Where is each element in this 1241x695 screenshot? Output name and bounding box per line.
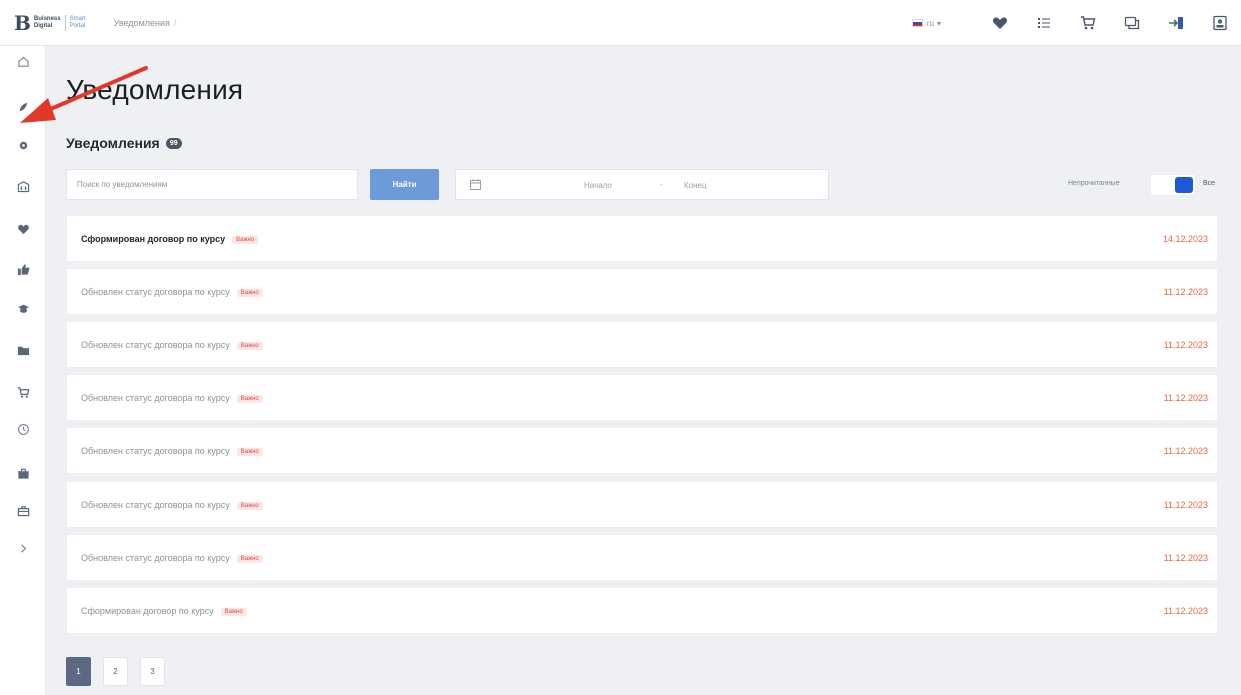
logo-text: Buisness Digital	[34, 16, 61, 30]
notification-title: Обновлен статус договора по курсу	[81, 287, 230, 297]
notification-date: 11.12.2023	[1163, 606, 1208, 616]
page-button-2[interactable]: 2	[103, 657, 128, 686]
briefcase-icon[interactable]	[0, 462, 46, 484]
date-from-input[interactable]: Начало	[584, 181, 612, 190]
notification-item[interactable]: Обновлен статус договора по курсу Важно 1…	[66, 374, 1218, 421]
notification-date: 11.12.2023	[1163, 287, 1208, 297]
notification-date: 11.12.2023	[1163, 553, 1208, 563]
notification-date: 11.12.2023	[1163, 446, 1208, 456]
search-input[interactable]: Поиск по уведомлениям	[66, 169, 358, 200]
calendar-icon	[470, 179, 481, 190]
notification-item[interactable]: Сформирован договор по курсу Важно 11.12.…	[66, 587, 1218, 634]
logo-sub-line-1: Smart	[69, 15, 86, 22]
date-separator: -	[660, 180, 663, 189]
notification-text: Сформирован договор по курсу Важно	[81, 234, 259, 244]
breadcrumb[interactable]: Уведомления	[114, 18, 170, 28]
user-card-icon[interactable]	[1211, 14, 1229, 32]
favorites-heart-icon[interactable]	[991, 14, 1009, 32]
chat-icon[interactable]	[1123, 14, 1141, 32]
pagination: 1 2 3	[66, 657, 177, 686]
logo-subtext: Smart Portal	[70, 16, 86, 30]
important-tag: Важно	[236, 554, 263, 563]
chevron-down-icon: ▾	[936, 18, 941, 28]
thumbs-up-icon[interactable]	[0, 258, 46, 280]
notification-title: Сформирован договор по курсу	[81, 234, 226, 244]
important-tag: Важно	[236, 288, 263, 297]
logo-sub-line-2: Portal	[69, 22, 86, 29]
toggle-knob	[1175, 177, 1193, 193]
notification-date: 11.12.2023	[1163, 340, 1208, 350]
important-tag: Важно	[236, 341, 263, 350]
page-button-1[interactable]: 1	[66, 657, 91, 686]
logo-divider	[64, 14, 66, 31]
login-icon[interactable]	[1167, 14, 1185, 32]
logo[interactable]: B Buisness Digital Smart Portal	[14, 13, 86, 33]
flag-icon	[911, 19, 923, 27]
notification-title: Обновлен статус договора по курсу	[81, 340, 230, 350]
building-icon[interactable]	[0, 175, 46, 197]
notification-text: Обновлен статус договора по курсу Важно	[81, 446, 263, 456]
language-code: ru	[926, 18, 934, 28]
cart-icon[interactable]	[1079, 14, 1097, 32]
breadcrumb-separator: /	[173, 17, 177, 28]
language-selector[interactable]: ru ▾	[911, 18, 941, 28]
sidebar	[0, 46, 46, 695]
notification-text: Обновлен статус договора по курсу Важно	[81, 287, 263, 297]
notification-title: Обновлен статус договора по курсу	[81, 500, 230, 510]
notification-item[interactable]: Сформирован договор по курсу Важно 14.12.…	[66, 215, 1218, 262]
notification-text: Обновлен статус договора по курсу Важно	[81, 500, 263, 510]
important-tag: Важно	[232, 235, 259, 244]
case-icon[interactable]	[0, 499, 46, 521]
logo-mark: B	[14, 10, 31, 35]
notification-item[interactable]: Обновлен статус договора по курсу Важно 1…	[66, 481, 1218, 528]
notification-text: Обновлен статус договора по курсу Важно	[81, 393, 263, 403]
settings-icon[interactable]	[0, 134, 46, 156]
notification-title: Сформирован договор по курсу	[81, 606, 214, 616]
notification-item[interactable]: Обновлен статус договора по курсу Важно 1…	[66, 534, 1218, 581]
page-title: Уведомления	[66, 74, 244, 105]
page-button-3[interactable]: 3	[140, 657, 165, 686]
graduation-cap-icon[interactable]	[0, 297, 46, 319]
notification-count-badge: 99	[165, 137, 182, 149]
unread-all-toggle[interactable]	[1150, 174, 1196, 196]
chevron-right-icon[interactable]	[0, 537, 46, 559]
heart-icon[interactable]	[0, 218, 46, 240]
find-button[interactable]: Найти	[370, 169, 439, 200]
important-tag: Важно	[236, 394, 263, 403]
section-title: Уведомления 99	[66, 135, 182, 151]
logo-line-2: Digital	[33, 22, 53, 29]
important-tag: Важно	[220, 607, 247, 616]
notification-date: 11.12.2023	[1163, 500, 1208, 510]
folder-icon[interactable]	[0, 339, 46, 361]
notification-item[interactable]: Обновлен статус договора по курсу Важно 1…	[66, 427, 1218, 474]
notification-title: Обновлен статус договора по курсу	[81, 393, 230, 403]
notification-date: 14.12.2023	[1162, 234, 1208, 244]
notification-title: Обновлен статус договора по курсу	[81, 553, 230, 563]
top-bar-actions: ru ▾	[911, 0, 1229, 46]
important-tag: Важно	[236, 501, 263, 510]
list-icon[interactable]	[1035, 14, 1053, 32]
logo-line-1: Buisness	[33, 15, 61, 22]
notification-date: 11.12.2023	[1163, 393, 1208, 403]
notification-text: Сформирован договор по курсу Важно	[81, 606, 247, 616]
top-bar: B Buisness Digital Smart Portal Уведомле…	[0, 0, 1241, 46]
date-range-picker[interactable]: Начало - Конец	[455, 169, 829, 200]
notification-text: Обновлен статус договора по курсу Важно	[81, 340, 263, 350]
section-title-text: Уведомления	[66, 135, 160, 151]
notification-text: Обновлен статус договора по курсу Важно	[81, 553, 263, 563]
unread-filter-label[interactable]: Непрочитанные	[1068, 180, 1120, 187]
cart-icon[interactable]	[0, 381, 46, 403]
home-icon[interactable]	[0, 50, 46, 72]
clock-icon[interactable]	[0, 418, 46, 440]
important-tag: Важно	[236, 447, 263, 456]
rocket-icon[interactable]	[0, 96, 46, 118]
notification-title: Обновлен статус договора по курсу	[81, 446, 230, 456]
all-filter-label[interactable]: Все	[1203, 180, 1215, 187]
date-to-input[interactable]: Конец	[684, 181, 707, 190]
notification-item[interactable]: Обновлен статус договора по курсу Важно 1…	[66, 321, 1218, 368]
notification-item[interactable]: Обновлен статус договора по курсу Важно 1…	[66, 268, 1218, 315]
